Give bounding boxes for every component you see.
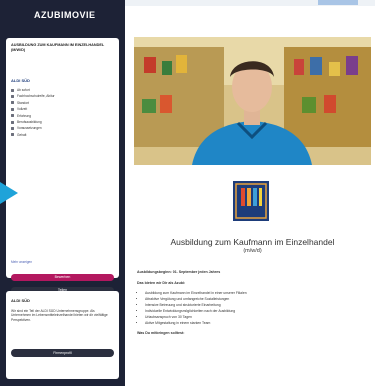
page-title: Ausbildung zum Kaufmann im Einzelhandel [170, 237, 335, 247]
list-item: Ausbildung zum Kaufmann im Einzelhandel … [145, 291, 365, 295]
benefits-list: Ausbildung zum Kaufmann im Einzelhandel … [137, 291, 365, 325]
job-description: Ausbildungsbeginn: 01. September jeden J… [137, 270, 365, 342]
detail-text: Erfahrung [17, 113, 31, 118]
detail-row: Gehalt [11, 133, 115, 137]
detail-text: Voraussetzungen [17, 126, 42, 131]
company-card-title: ALDI SÜD [11, 298, 30, 303]
graduation-icon [11, 94, 14, 98]
detail-row: Berufsausbildung [11, 120, 115, 124]
checklist-icon [11, 126, 14, 130]
detail-row: Vollzeit [11, 107, 115, 111]
page-subtitle: (m/w/d) [243, 248, 262, 254]
aldi-logo [233, 181, 269, 221]
job-title: AUSBILDUNG ZUM KAUFMANN IM EINZELHANDEL … [11, 43, 105, 52]
company-card: ALDI SÜD Wir sind ein Teil der ALDI SÜD … [6, 291, 119, 379]
list-item: Attraktive Vergütung und umfangreiche So… [145, 297, 365, 301]
list-item: Urlaubsanspruch von 30 Tagen [145, 315, 365, 319]
intro-text: Ausbildungsbeginn: 01. September jeden J… [137, 270, 221, 274]
section-heading: Das bieten wir Dir als Azubi: [137, 280, 186, 285]
detail-text: Gehalt [17, 132, 27, 137]
detail-row: Ab sofort [11, 88, 115, 92]
detail-text: Ab sofort [17, 88, 30, 92]
location-icon [11, 101, 14, 105]
star-icon [11, 114, 14, 118]
company-card-text: Wir sind ein Teil der ALDI SÜD Unternehm… [11, 309, 108, 322]
company-name: ALDI SÜD [11, 78, 30, 83]
calendar-icon [11, 88, 14, 92]
footer-heading: Was Du mitbringen solltest: [137, 331, 185, 336]
job-details-list: Ab sofort Fachhochschulreife, Abitur Sta… [11, 88, 115, 139]
list-item: Individuelle Entwicklungsmöglichkeiten n… [145, 309, 365, 313]
detail-text: Standort [17, 100, 30, 105]
briefcase-icon [11, 120, 14, 124]
brand-logo[interactable]: AZUBIMOVIE [34, 10, 96, 20]
detail-text: Berufsausbildung [17, 119, 42, 124]
job-summary-card: AUSBILDUNG ZUM KAUFMANN IM EINZELHANDEL … [6, 38, 119, 306]
list-item: Intensive Betreuung und strukturierte Ei… [145, 303, 365, 307]
list-item: Aktive Mitgestaltung in einem starken Te… [145, 321, 365, 325]
apply-button[interactable]: Bewerben [11, 274, 114, 281]
detail-row: Fachhochschulreife, Abitur [11, 94, 115, 98]
detail-text: Fachhochschulreife, Abitur [17, 94, 55, 99]
euro-icon [11, 133, 14, 137]
detail-row: Voraussetzungen [11, 126, 115, 130]
more-link[interactable]: Mehr anzeigen [11, 260, 32, 264]
detail-row: Standort [11, 101, 115, 105]
clock-icon [11, 107, 14, 111]
detail-text: Vollzeit [17, 107, 28, 112]
browser-tab[interactable] [318, 0, 358, 5]
detail-row: Erfahrung [11, 114, 115, 118]
play-arrow-icon[interactable] [0, 180, 26, 206]
company-profile-button[interactable]: Firmenprofil [11, 349, 114, 357]
hero-photo [134, 37, 371, 165]
